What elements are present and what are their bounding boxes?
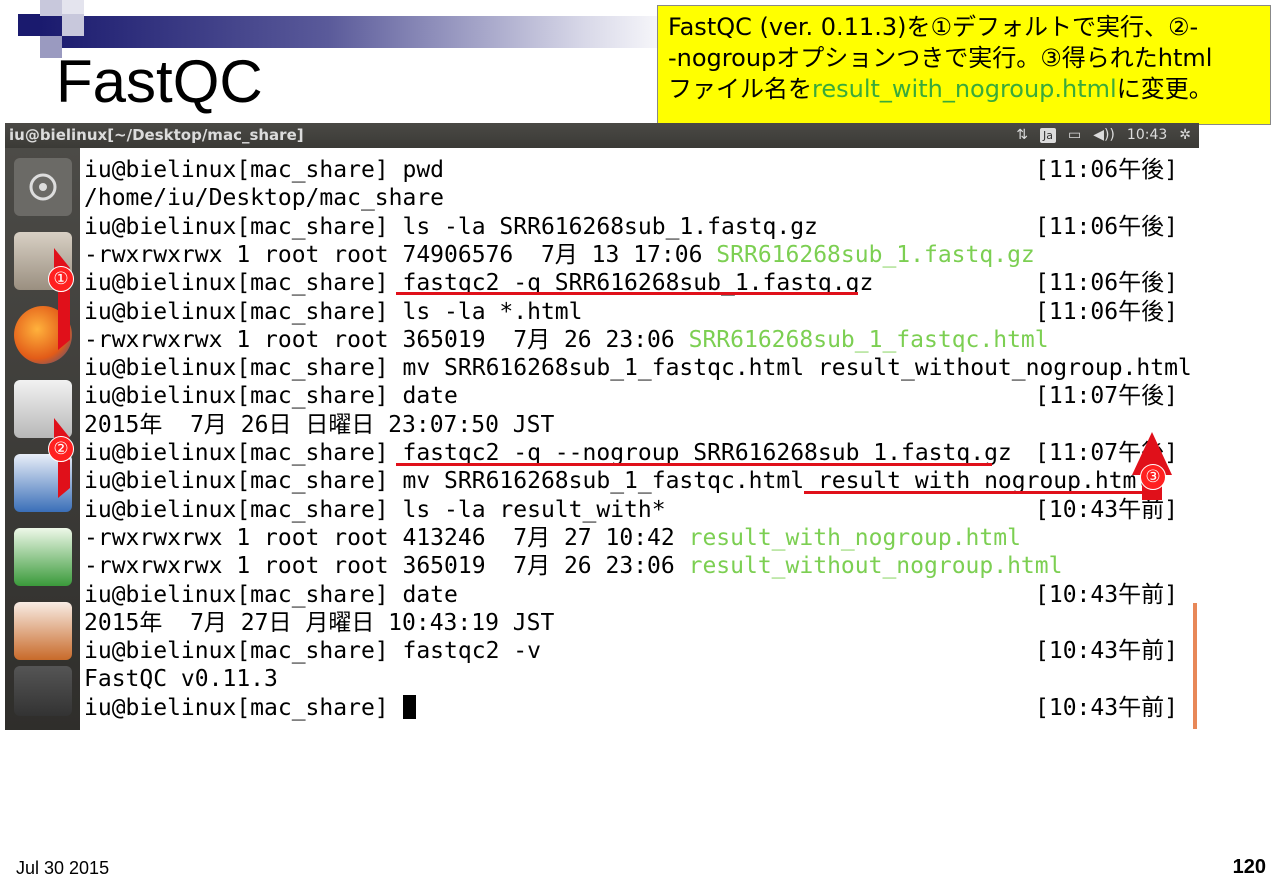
scroll-indicator bbox=[1193, 603, 1197, 729]
annotation-badge-2: ② bbox=[48, 436, 74, 462]
page-number: 120 bbox=[1232, 856, 1266, 878]
annotation-arrows bbox=[54, 248, 1172, 500]
annotation-badge-1: ① bbox=[48, 266, 74, 292]
footer-date: Jul 30 2015 bbox=[16, 858, 110, 878]
annotation-badge-3: ③ bbox=[1140, 464, 1166, 490]
